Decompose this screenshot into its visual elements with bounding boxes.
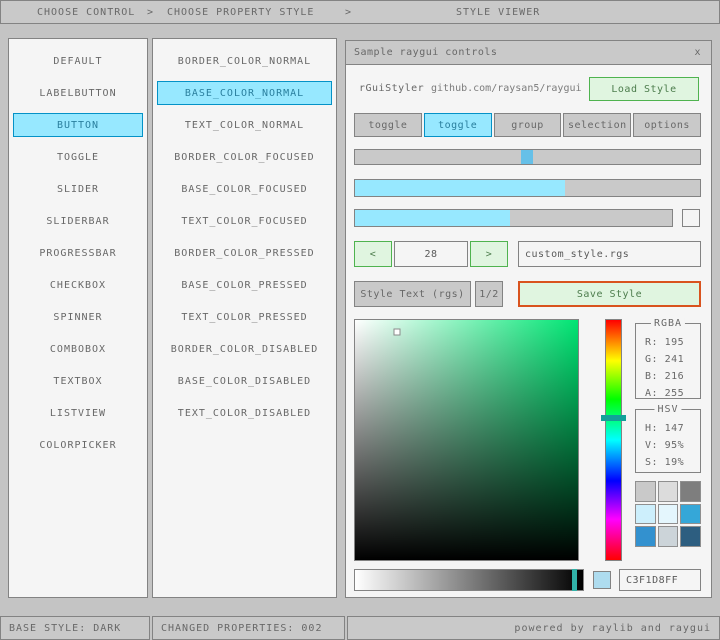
style-color-swatch[interactable]	[680, 504, 701, 525]
repo-link[interactable]: github.com/raysan5/raygui	[431, 83, 582, 94]
page-toggle-button[interactable]: 1/2	[475, 281, 503, 307]
style-text-button[interactable]: Style Text (rgs)	[354, 281, 471, 307]
step-choose-control: CHOOSE CONTROL	[37, 7, 135, 18]
style-color-swatch[interactable]	[658, 504, 679, 525]
hsv-group: HSV H: 147 V: 95% S: 19%	[635, 409, 701, 473]
control-item-colorpicker[interactable]: COLORPICKER	[13, 433, 143, 457]
control-item-combobox[interactable]: COMBOBOX	[13, 337, 143, 361]
color-preview-swatch[interactable]	[593, 571, 611, 589]
filename-textbox[interactable]: custom_style.rgs	[518, 241, 701, 267]
rgba-group: RGBA R: 195 G: 241 B: 216 A: 255	[635, 323, 701, 399]
color-saturation-value-panel[interactable]	[354, 319, 579, 561]
spinner-increment-button[interactable]: >	[470, 241, 508, 267]
rgba-blue-value: B: 216	[645, 368, 700, 385]
property-item-text-color-focused[interactable]: TEXT_COLOR_FOCUSED	[157, 209, 332, 233]
property-item-border-color-pressed[interactable]: BORDER_COLOR_PRESSED	[157, 241, 332, 265]
toggle-button-options[interactable]: options	[633, 113, 701, 137]
control-item-checkbox[interactable]: CHECKBOX	[13, 273, 143, 297]
style-color-swatch[interactable]	[635, 526, 656, 547]
hsv-saturation-value: S: 19%	[645, 454, 700, 471]
close-icon[interactable]: x	[690, 45, 705, 60]
hsv-value-value: V: 95%	[645, 437, 700, 454]
toggle-button-group[interactable]: group	[494, 113, 562, 137]
hsv-group-title: HSV	[654, 404, 681, 415]
property-item-text-color-disabled[interactable]: TEXT_COLOR_DISABLED	[157, 401, 332, 425]
control-item-spinner[interactable]: SPINNER	[13, 305, 143, 329]
style-color-grid	[635, 481, 701, 547]
control-item-button[interactable]: BUTTON	[13, 113, 143, 137]
style-viewer-window: Sample raygui controls x rGuiStyler gith…	[345, 40, 712, 598]
checkbox[interactable]	[682, 209, 700, 227]
hue-slider[interactable]	[605, 319, 622, 561]
sample-slider[interactable]	[354, 149, 701, 165]
property-item-text-color-pressed[interactable]: TEXT_COLOR_PRESSED	[157, 305, 332, 329]
property-item-base-color-focused[interactable]: BASE_COLOR_FOCUSED	[157, 177, 332, 201]
step-choose-property-style: CHOOSE PROPERTY STYLE	[167, 7, 314, 18]
changed-properties-label: CHANGED PROPERTIES: 002	[161, 623, 322, 634]
property-item-border-color-focused[interactable]: BORDER_COLOR_FOCUSED	[157, 145, 332, 169]
style-color-swatch[interactable]	[658, 526, 679, 547]
properties-list: BORDER_COLOR_NORMAL BASE_COLOR_NORMAL TE…	[152, 38, 337, 598]
style-color-swatch[interactable]	[635, 481, 656, 502]
rgba-alpha-value: A: 255	[645, 385, 700, 402]
property-item-base-color-normal[interactable]: BASE_COLOR_NORMAL	[157, 81, 332, 105]
property-item-border-color-disabled[interactable]: BORDER_COLOR_DISABLED	[157, 337, 332, 361]
property-item-base-color-pressed[interactable]: BASE_COLOR_PRESSED	[157, 273, 332, 297]
step-style-viewer: STYLE VIEWER	[456, 7, 540, 18]
control-item-textbox[interactable]: TEXTBOX	[13, 369, 143, 393]
property-item-border-color-normal[interactable]: BORDER_COLOR_NORMAL	[157, 49, 332, 73]
base-style-label: BASE STYLE: DARK	[9, 623, 121, 634]
status-base-style: BASE STYLE: DARK	[0, 616, 150, 640]
toggle-button-2-active[interactable]: toggle	[424, 113, 492, 137]
style-color-swatch[interactable]	[635, 504, 656, 525]
control-item-labelbutton[interactable]: LABELBUTTON	[13, 81, 143, 105]
workflow-bar: CHOOSE CONTROL > CHOOSE PROPERTY STYLE >…	[0, 0, 720, 24]
window-titlebar[interactable]: Sample raygui controls x	[346, 41, 711, 65]
controls-list: DEFAULT LABELBUTTON BUTTON TOGGLE SLIDER…	[8, 38, 148, 598]
style-color-swatch[interactable]	[680, 481, 701, 502]
hue-handle[interactable]	[601, 415, 626, 421]
control-item-slider[interactable]: SLIDER	[13, 177, 143, 201]
spinner-decrement-button[interactable]: <	[354, 241, 392, 267]
chevron-separator-2: >	[345, 7, 352, 18]
hex-value-textbox[interactable]: C3F1D8FF	[619, 569, 701, 591]
chevron-separator-1: >	[147, 7, 154, 18]
powered-by-label: powered by raylib and raygui	[514, 623, 711, 634]
status-credits: powered by raylib and raygui	[347, 616, 720, 640]
style-color-swatch[interactable]	[680, 526, 701, 547]
progressbar-fill	[355, 180, 565, 196]
toggle-button-1[interactable]: toggle	[354, 113, 422, 137]
save-style-button[interactable]: Save Style	[518, 281, 701, 307]
rgba-red-value: R: 195	[645, 334, 700, 351]
rgba-green-value: G: 241	[645, 351, 700, 368]
control-item-default[interactable]: DEFAULT	[13, 49, 143, 73]
hsv-hue-value: H: 147	[645, 420, 700, 437]
control-item-progressbar[interactable]: PROGRESSBAR	[13, 241, 143, 265]
sample-sliderbar[interactable]	[354, 209, 673, 227]
window-title: Sample raygui controls	[354, 47, 497, 58]
alpha-gradient-bar[interactable]	[354, 569, 584, 591]
control-item-listview[interactable]: LISTVIEW	[13, 401, 143, 425]
brand-label: rGuiStyler	[359, 83, 424, 94]
status-changed-properties: CHANGED PROPERTIES: 002	[152, 616, 345, 640]
toggle-button-selection[interactable]: selection	[563, 113, 631, 137]
sample-progressbar	[354, 179, 701, 197]
rgba-group-title: RGBA	[651, 318, 685, 329]
style-color-swatch[interactable]	[658, 481, 679, 502]
control-item-sliderbar[interactable]: SLIDERBAR	[13, 209, 143, 233]
alpha-handle[interactable]	[572, 569, 577, 591]
spinner-value-box[interactable]: 28	[394, 241, 468, 267]
sv-cursor[interactable]	[394, 329, 401, 336]
load-style-button[interactable]: Load Style	[589, 77, 699, 101]
toggle-group: toggle toggle group selection options	[354, 113, 701, 137]
property-item-base-color-disabled[interactable]: BASE_COLOR_DISABLED	[157, 369, 332, 393]
control-item-toggle[interactable]: TOGGLE	[13, 145, 143, 169]
property-item-text-color-normal[interactable]: TEXT_COLOR_NORMAL	[157, 113, 332, 137]
slider-handle[interactable]	[521, 150, 533, 164]
sliderbar-fill[interactable]	[355, 210, 510, 226]
